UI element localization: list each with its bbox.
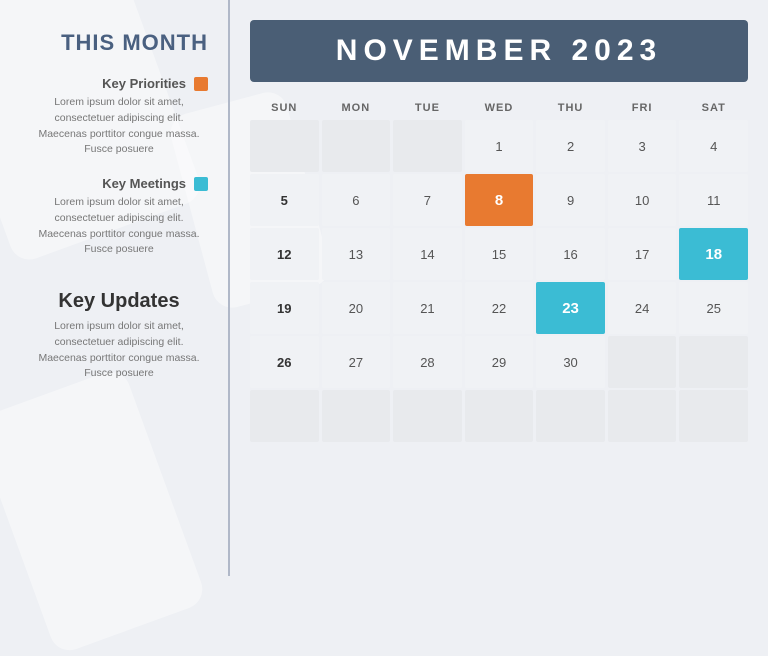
day-header-mon: MON	[322, 98, 391, 118]
key-meetings-label: Key Meetings	[102, 176, 186, 191]
day-cell-26: 26	[250, 336, 319, 388]
day-header-tue: TUE	[393, 98, 462, 118]
calendar-week-6	[250, 390, 748, 442]
day-cell-14: 14	[393, 228, 462, 280]
day-cell-11: 11	[679, 174, 748, 226]
day-cell-29: 29	[465, 336, 534, 388]
key-updates-text: Lorem ipsum dolor sit amet, consectetuer…	[30, 319, 208, 382]
day-cell-empty	[393, 390, 462, 442]
calendar-week-3: 12 13 14 15 16 17 18	[250, 228, 748, 280]
day-header-sat: SAT	[679, 98, 748, 118]
day-cell-27: 27	[322, 336, 391, 388]
day-cell-21: 21	[393, 282, 462, 334]
key-meetings-section: Key Meetings Lorem ipsum dolor sit amet,…	[30, 176, 208, 258]
day-cell-12: 12	[250, 228, 319, 280]
calendar-day-headers: SUN MON TUE WED THU FRI SAT	[250, 98, 748, 118]
calendar-week-2: 5 6 7 8 9 10 11	[250, 174, 748, 226]
day-cell-2: 2	[536, 120, 605, 172]
day-header-sun: SUN	[250, 98, 319, 118]
day-cell-17: 17	[608, 228, 677, 280]
key-priorities-text: Lorem ipsum dolor sit amet, consectetuer…	[30, 95, 208, 158]
key-meetings-color-box	[194, 177, 208, 191]
day-cell-6: 6	[322, 174, 391, 226]
calendar-grid: SUN MON TUE WED THU FRI SAT 1234 5 6 7 8…	[250, 98, 748, 556]
day-cell-empty	[679, 336, 748, 388]
day-cell-empty	[250, 390, 319, 442]
sidebar: THIS MONTH Key Priorities Lorem ipsum do…	[0, 0, 230, 576]
day-cell-empty	[322, 390, 391, 442]
day-header-fri: FRI	[608, 98, 677, 118]
day-cell-10: 10	[608, 174, 677, 226]
day-cell-5: 5	[250, 174, 319, 226]
day-cell-4: 4	[679, 120, 748, 172]
day-cell-30: 30	[536, 336, 605, 388]
key-priorities-label: Key Priorities	[102, 76, 186, 91]
calendar-week-5: 26 27 28 29 30	[250, 336, 748, 388]
calendar-area: NOVEMBER 2023 SUN MON TUE WED THU FRI SA…	[230, 0, 768, 576]
day-cell-empty	[608, 336, 677, 388]
day-cell-8: 8	[465, 174, 534, 226]
key-updates-section: Key Updates Lorem ipsum dolor sit amet, …	[30, 276, 208, 382]
key-meetings-header: Key Meetings	[30, 176, 208, 191]
day-cell-empty	[250, 120, 319, 172]
day-cell-20: 20	[322, 282, 391, 334]
day-header-thu: THU	[536, 98, 605, 118]
day-cell-empty	[393, 120, 462, 172]
day-cell-empty	[465, 390, 534, 442]
sidebar-title: THIS MONTH	[30, 30, 208, 56]
day-header-wed: WED	[465, 98, 534, 118]
calendar-header: NOVEMBER 2023	[250, 20, 748, 82]
day-cell-23: 23	[536, 282, 605, 334]
day-cell-3: 3	[608, 120, 677, 172]
key-updates-title: Key Updates	[30, 290, 208, 313]
key-priorities-header: Key Priorities	[30, 76, 208, 91]
day-cell-7: 7	[393, 174, 462, 226]
day-cell-28: 28	[393, 336, 462, 388]
key-meetings-text: Lorem ipsum dolor sit amet, consectetuer…	[30, 195, 208, 258]
day-cell-15: 15	[465, 228, 534, 280]
key-priorities-section: Key Priorities Lorem ipsum dolor sit ame…	[30, 76, 208, 158]
day-cell-9: 9	[536, 174, 605, 226]
day-cell-18: 18	[679, 228, 748, 280]
main-container: THIS MONTH Key Priorities Lorem ipsum do…	[0, 0, 768, 576]
key-priorities-color-box	[194, 77, 208, 91]
day-cell-16: 16	[536, 228, 605, 280]
calendar-week-4: 19 20 21 22 23 24 25	[250, 282, 748, 334]
day-cell-13: 13	[322, 228, 391, 280]
day-cell-empty	[679, 390, 748, 442]
day-cell-22: 22	[465, 282, 534, 334]
day-cell-24: 24	[608, 282, 677, 334]
day-cell-empty	[608, 390, 677, 442]
calendar-week-1: 1234	[250, 120, 748, 172]
day-cell-19: 19	[250, 282, 319, 334]
day-cell-empty	[322, 120, 391, 172]
calendar-header-text: NOVEMBER 2023	[270, 34, 728, 68]
day-cell-empty	[536, 390, 605, 442]
day-cell-1: 1	[465, 120, 534, 172]
day-cell-25: 25	[679, 282, 748, 334]
